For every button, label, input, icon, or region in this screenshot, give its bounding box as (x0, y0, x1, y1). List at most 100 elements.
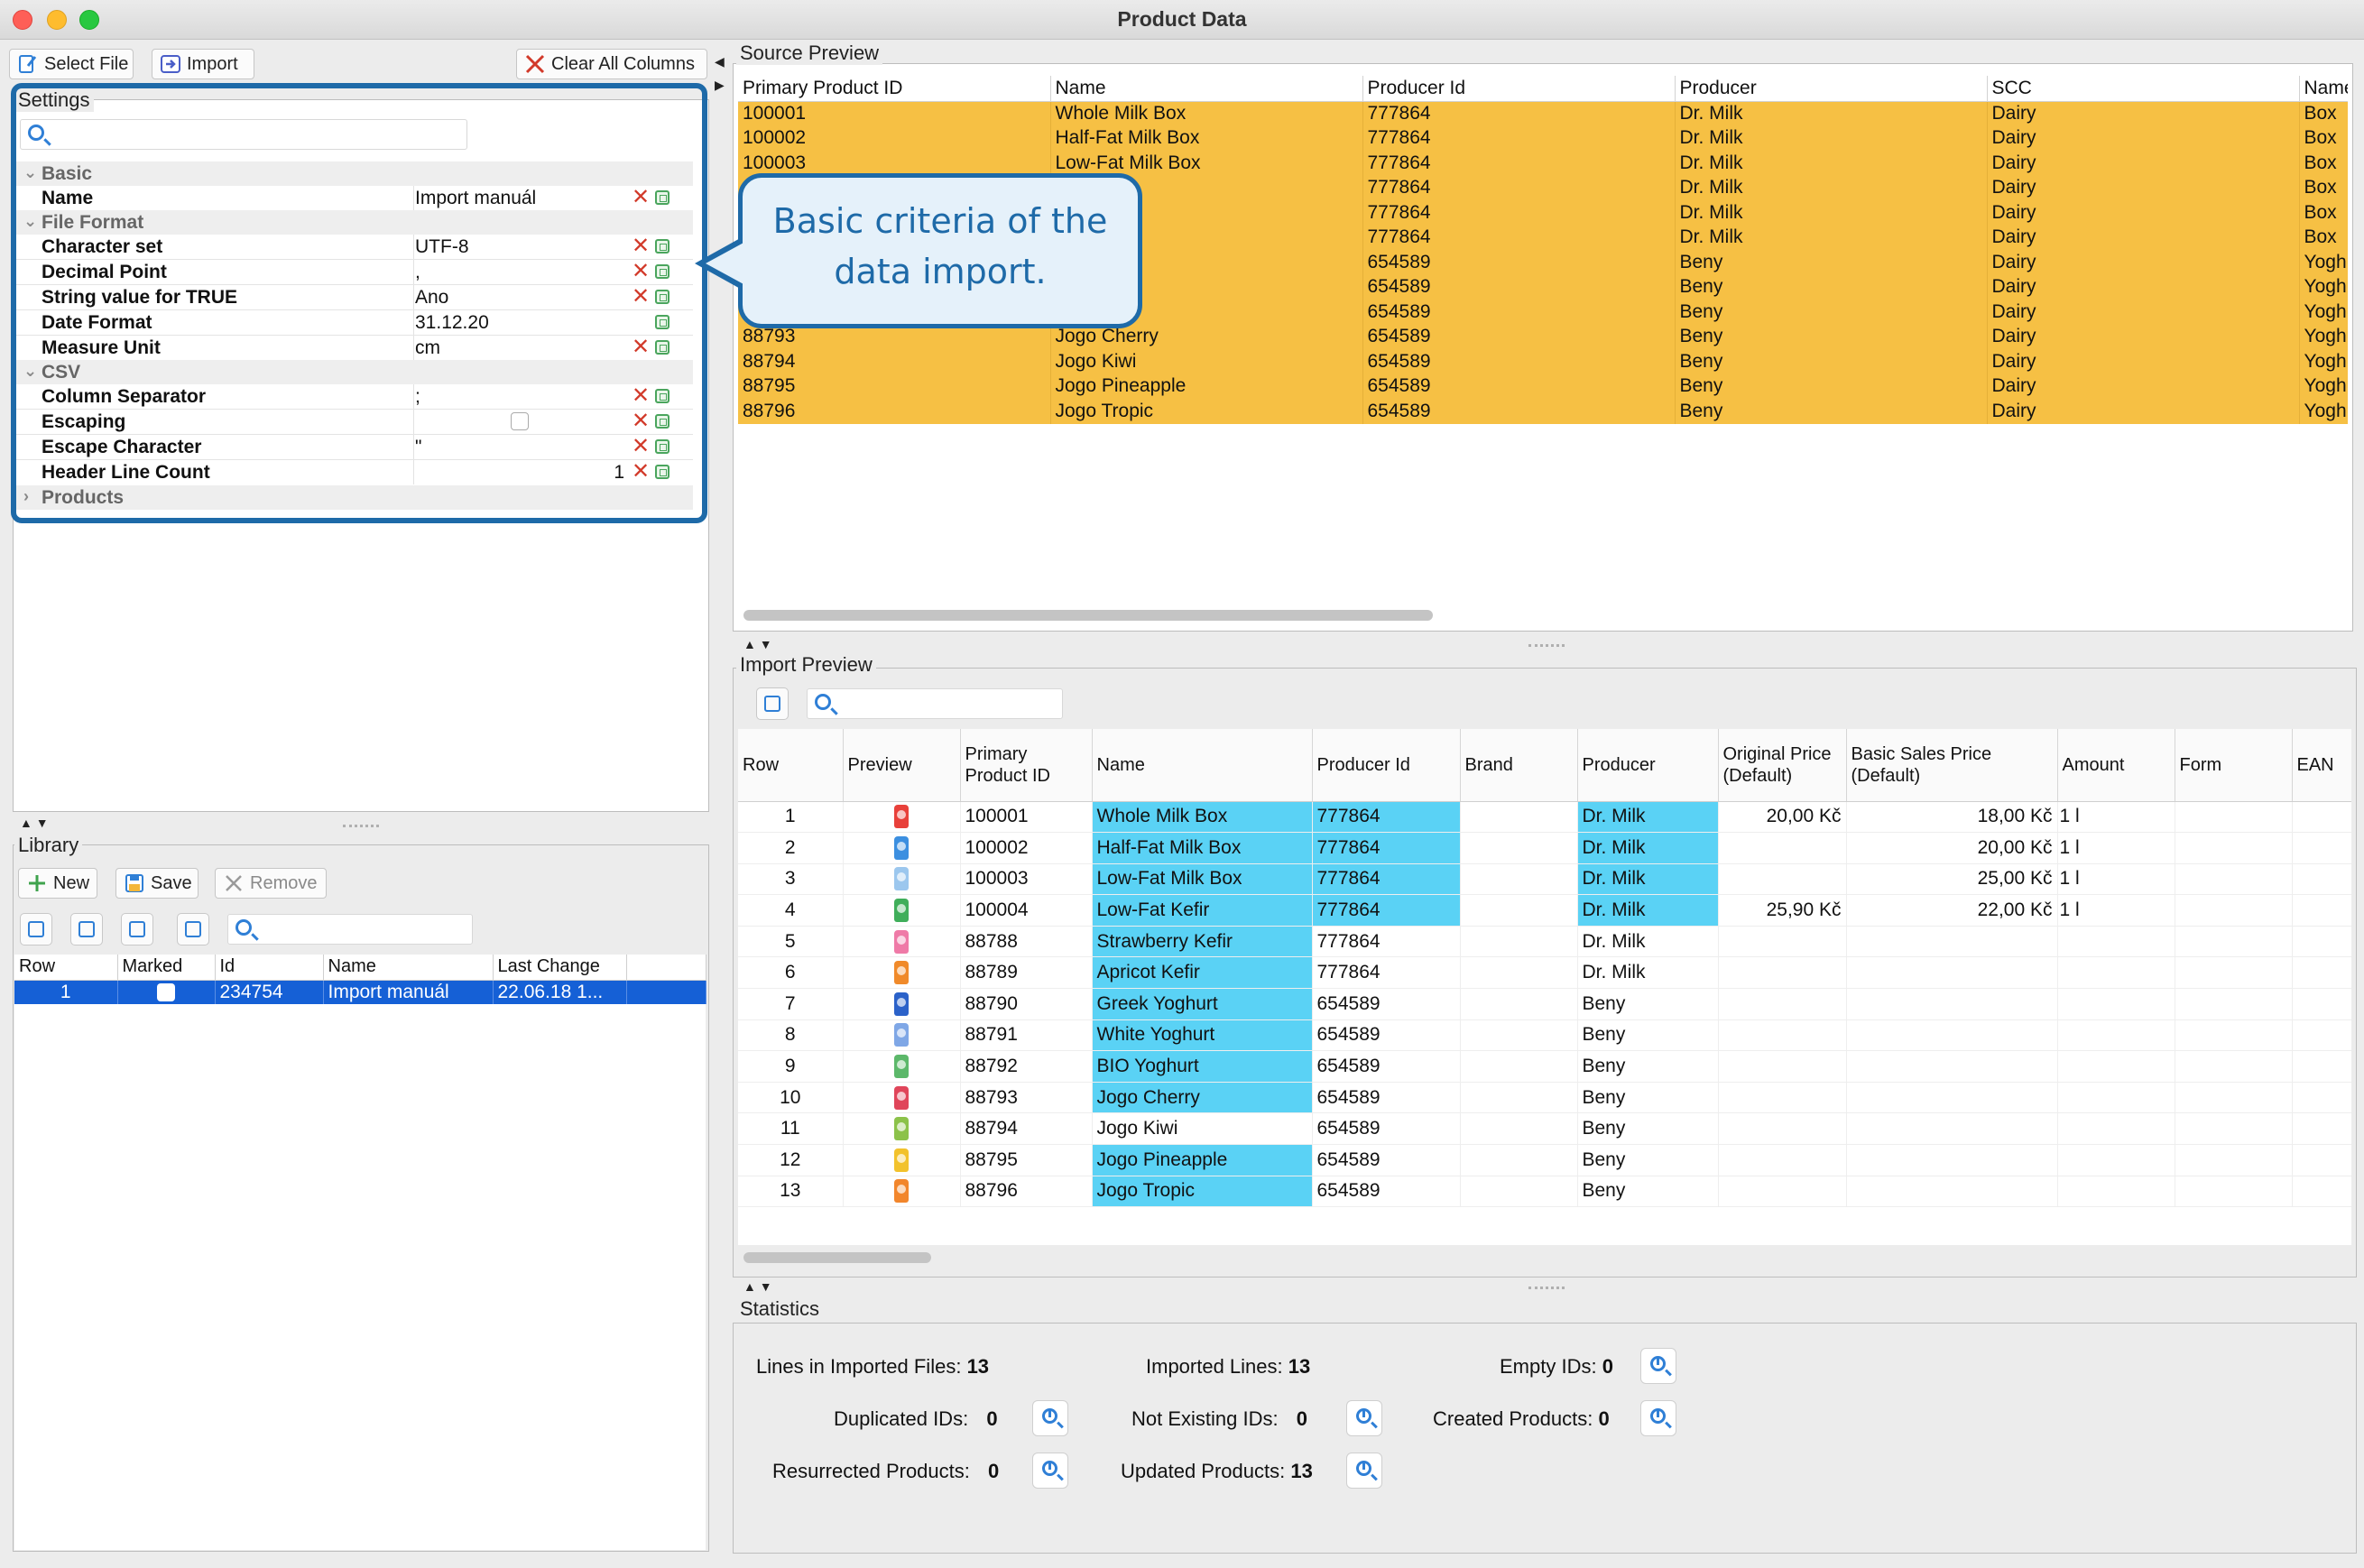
expand-right-arrow[interactable]: ▶ (715, 78, 725, 93)
product-data-window: Product Data Select File Import Clear Al… (0, 0, 2364, 1568)
source-horizontal-scrollbar[interactable] (743, 610, 1433, 621)
table-cell: Jogo Pineapple (1050, 374, 1363, 399)
splitter-arrows[interactable]: ▲ ▼ (743, 1279, 772, 1294)
col-name[interactable]: Name (323, 955, 494, 981)
library-search-input[interactable] (261, 917, 468, 942)
import-horizontal-scrollbar[interactable] (743, 1252, 931, 1263)
table-cell (2292, 832, 2351, 864)
remove-x-icon (223, 872, 245, 894)
clear-all-columns-label: Clear All Columns (551, 53, 695, 74)
splitter-arrows[interactable]: ▲ ▼ (743, 637, 772, 651)
table-row[interactable]: 88794Jogo Kiwi654589BenyDairyYoghu (738, 349, 2348, 374)
table-row[interactable]: 9 88792 BIO Yoghurt 654589 Beny (738, 1050, 2351, 1083)
table-cell (843, 1176, 961, 1208)
table-cell: Dairy (1987, 225, 2300, 250)
imp-col-2[interactable]: Primary Product ID (960, 729, 1093, 802)
table-row[interactable]: 1 234754 Import manuál 22.06.18 1... (14, 980, 706, 1004)
import-preview-table: Row Preview Primary Product ID Name Producer … (738, 729, 2351, 1208)
table-row[interactable]: 5 88788 Strawberry Kefir 777864 Dr. Milk (738, 926, 2351, 958)
mark-all-button[interactable] (20, 913, 52, 945)
src-col-name[interactable]: Name (1050, 76, 1363, 102)
product-preview-icon (894, 867, 909, 891)
imp-col-3[interactable]: Name (1092, 729, 1313, 802)
table-cell: 6 (738, 956, 844, 990)
src-col-name-2[interactable]: Name (2299, 76, 2348, 102)
imp-col-5[interactable]: Brand (1460, 729, 1578, 802)
delete-library-button[interactable] (177, 913, 209, 945)
table-cell: Dr. Milk (1577, 832, 1719, 864)
src-col-primary-id[interactable]: Primary Product ID (738, 76, 1051, 102)
imp-col-6[interactable]: Producer (1577, 729, 1719, 802)
col-last-change[interactable]: Last Change (493, 955, 627, 981)
table-cell: Dr. Milk (1675, 225, 1988, 250)
clear-all-columns-button[interactable]: Clear All Columns (516, 49, 707, 79)
table-row[interactable]: 1 100001 Whole Milk Box 777864 Dr. Milk 20,00… (738, 801, 2351, 834)
help-button[interactable] (121, 913, 153, 945)
updated-inspect-button[interactable] (1346, 1453, 1382, 1489)
magnifier-icon (1356, 1408, 1371, 1424)
src-col-producer-id[interactable]: Producer Id (1362, 76, 1676, 102)
collapse-left-arrow[interactable]: ◀ (715, 54, 725, 69)
column-header-line-1: Amount (2062, 754, 2125, 775)
table-cell: Dairy (1987, 250, 2300, 275)
table-cell (2292, 1112, 2351, 1146)
table-row[interactable]: 4 100004 Low-Fat Kefir 777864 Dr. Milk 25,90 … (738, 894, 2351, 927)
import-preview-search[interactable] (807, 688, 1063, 719)
table-cell: Half-Fat Milk Box (1050, 125, 1363, 151)
marked-checkbox[interactable] (157, 983, 175, 1002)
table-cell: 25,90 Kč (1718, 894, 1847, 927)
library-remove-button[interactable]: Remove (215, 868, 327, 899)
table-row[interactable]: 12 88795 Jogo Pineapple 654589 Beny (738, 1144, 2351, 1176)
created-products-inspect-button[interactable] (1640, 1400, 1676, 1436)
table-cell: Yoghu (2299, 399, 2348, 424)
column-header-line-1: Form (2179, 754, 2222, 775)
import-delete-button[interactable] (756, 687, 789, 720)
table-row[interactable]: 100003 Low-Fat Milk Box 777864 Dr. Milk Dair… (738, 151, 2348, 176)
imp-col-4[interactable]: Producer Id (1312, 729, 1461, 802)
library-save-button[interactable]: Save (115, 868, 199, 899)
import-button[interactable]: Import (152, 49, 254, 79)
table-row[interactable]: 8 88791 White Yoghurt 654589 Beny (738, 1019, 2351, 1052)
table-row[interactable]: 13 88796 Jogo Tropic 654589 Beny (738, 1176, 2351, 1208)
table-cell: Beny (1577, 988, 1719, 1020)
library-search[interactable] (227, 914, 473, 945)
import-label: Import (187, 53, 238, 74)
imp-col-9[interactable]: Amount (2057, 729, 2175, 802)
table-row[interactable]: 7 88790 Greek Yoghurt 654589 Beny (738, 988, 2351, 1020)
imp-col-1[interactable]: Preview (843, 729, 961, 802)
table-cell: Beny (1577, 1050, 1719, 1083)
table-row[interactable]: 88796Jogo Tropic654589BenyDairyYoghu (738, 399, 2348, 424)
select-file-button[interactable]: Select File (9, 49, 134, 79)
table-cell: 777864 (1362, 200, 1676, 226)
import-preview-search-input[interactable] (840, 691, 1058, 716)
splitter-arrows[interactable]: ▲ ▼ (20, 816, 49, 830)
table-row[interactable]: 2 100002 Half-Fat Milk Box 777864 Dr. Milk 20… (738, 832, 2351, 864)
table-row[interactable]: 100001 Whole Milk Box 777864 Dr. Milk Dairy B… (738, 101, 2348, 126)
col-id[interactable]: Id (215, 955, 324, 981)
table-cell (2175, 926, 2293, 958)
table-row[interactable]: 100002 Half-Fat Milk Box 777864 Dr. Milk Dai… (738, 125, 2348, 151)
imp-col-11[interactable]: EAN (2292, 729, 2351, 802)
col-row[interactable]: Row (14, 955, 118, 981)
table-row[interactable]: 3 100003 Low-Fat Milk Box 777864 Dr. Milk 25,… (738, 863, 2351, 896)
table-row[interactable]: 11 88794 Jogo Kiwi 654589 Beny (738, 1112, 2351, 1146)
col-marked[interactable]: Marked (117, 955, 216, 981)
duplicate-button[interactable] (70, 913, 103, 945)
library-new-button[interactable]: New (18, 868, 97, 899)
imp-col-8[interactable]: Basic Sales Price (Default) (1846, 729, 2058, 802)
table-row[interactable]: 6 88789 Apricot Kefir 777864 Dr. Milk (738, 956, 2351, 990)
imp-col-7[interactable]: Original Price (Default) (1718, 729, 1847, 802)
table-row[interactable]: 10 88793 Jogo Cherry 654589 Beny (738, 1082, 2351, 1114)
duplicated-ids-inspect-button[interactable] (1032, 1400, 1068, 1436)
not-existing-ids-inspect-button[interactable] (1346, 1400, 1382, 1436)
import-icon (160, 53, 181, 75)
empty-ids-inspect-button[interactable] (1640, 1348, 1676, 1384)
src-col-producer[interactable]: Producer (1675, 76, 1988, 102)
resurrected-inspect-button[interactable] (1032, 1453, 1068, 1489)
src-col-scc[interactable]: SCC (1987, 76, 2300, 102)
source-preview-label: Source Preview (736, 42, 883, 65)
table-row[interactable]: 88795Jogo Pineapple654589BenyDairyYoghu (738, 374, 2348, 399)
imp-col-0[interactable]: Row (738, 729, 844, 802)
imp-col-10[interactable]: Form (2175, 729, 2293, 802)
table-cell: 100003 (738, 151, 1051, 176)
